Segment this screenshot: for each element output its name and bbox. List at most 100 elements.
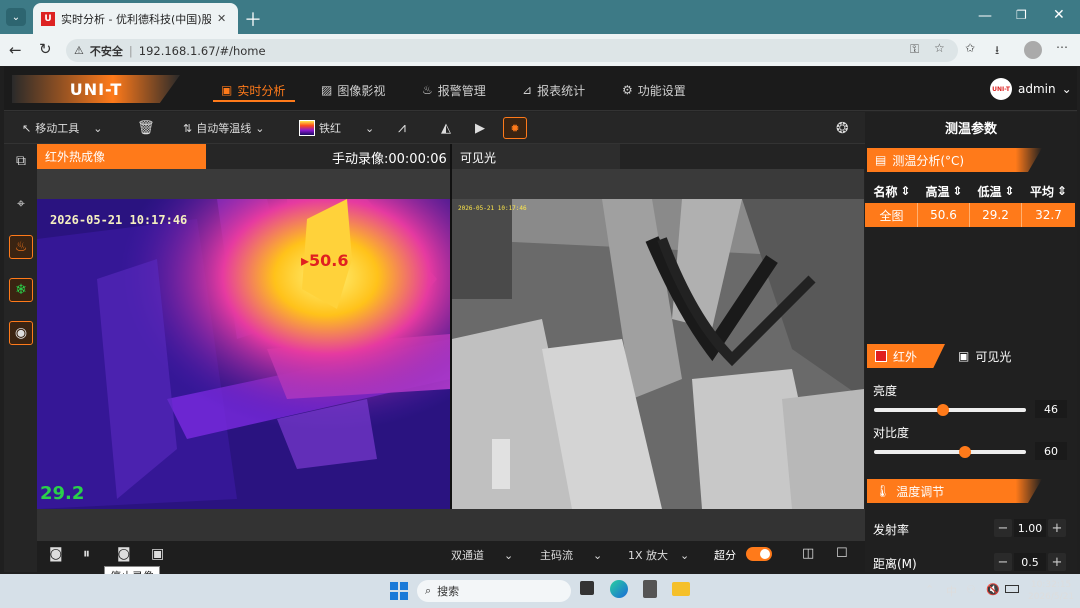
nav-report-statistics[interactable]: ⊿ 报表统计 [522, 80, 585, 100]
clock[interactable]: 10:32:15 2026/5/21 [1028, 579, 1074, 603]
trend-chart-icon: ⩘ [398, 120, 406, 136]
col-label: 高温 [925, 184, 950, 199]
crosshair-button[interactable]: ⌖ [9, 192, 33, 216]
minimize-button[interactable]: — [978, 8, 992, 24]
nav-function-settings[interactable]: ⚙ 功能设置 [622, 80, 686, 100]
auto-isotherm-dropdown[interactable]: ⇅ 自动等温线 ⌄ [183, 117, 264, 139]
browser-tab[interactable]: U 实时分析 - 优利德科技(中国)股份有限公司 ✕ [33, 3, 238, 34]
image-icon: ▣ [221, 83, 233, 97]
download-icon[interactable]: ⭳ [995, 41, 999, 62]
layout-button[interactable]: ⧉ [9, 149, 33, 173]
trend-button[interactable]: ⩘ [398, 117, 406, 139]
brightness-value[interactable]: 46 [1035, 400, 1067, 418]
video-button[interactable]: ▣ [151, 546, 164, 562]
move-tool-dropdown[interactable]: ↖ 移动工具 ⌄ [22, 117, 102, 139]
brightness-slider[interactable] [874, 408, 1026, 412]
palette-dropdown[interactable]: 铁红 ⌄ [299, 117, 374, 139]
restore-button[interactable]: ❐ [1016, 8, 1027, 22]
task-view-icon[interactable] [580, 581, 594, 595]
low-temp-button[interactable]: ❄ [9, 278, 33, 302]
close-window-button[interactable]: ✕ [1053, 7, 1065, 23]
key-icon[interactable]: ⚿ [910, 42, 919, 57]
delete-button[interactable]: 🗑 [137, 117, 155, 139]
start-button[interactable] [390, 582, 408, 600]
url-text: 192.168.1.67/#/home [138, 43, 266, 58]
more-icon[interactable]: ⋯ [1056, 40, 1068, 54]
ir-video[interactable]: 2026-05-21 10:17:46 ▸50.6 29.2 [37, 199, 450, 509]
taskbar-search[interactable]: ⌕ 搜索 [417, 580, 571, 602]
split-view-button[interactable]: ◫ [802, 546, 814, 561]
reload-icon[interactable]: ↻ [39, 40, 52, 58]
calculator-icon[interactable] [643, 580, 657, 598]
shutter-button[interactable]: ❂ [836, 117, 849, 139]
crosshair-icon: ⌖ [17, 196, 25, 212]
play-button[interactable]: ▶ [475, 117, 485, 139]
stream-label: 主码流 [540, 549, 573, 562]
new-tab-button[interactable]: ＋ [244, 6, 262, 32]
nav-image-video[interactable]: ▨ 图像影视 [321, 80, 385, 100]
snapshot-button[interactable]: ◙ [49, 546, 63, 562]
capture-button[interactable]: ◙ [117, 546, 131, 562]
layers-icon: ⧉ [16, 153, 26, 169]
calibration-button[interactable]: ✹ [503, 117, 527, 139]
super-toggle[interactable] [746, 547, 772, 561]
max-temp-marker: ▸50.6 [301, 251, 349, 270]
col-high[interactable]: 高温 ⇕ [918, 180, 970, 202]
chevron-down-icon: ⌄ [593, 548, 603, 562]
sort-icon: ⇕ [952, 184, 963, 198]
network-icon[interactable]: ⚇ [966, 583, 976, 596]
nav-realtime-analysis[interactable]: ▣ 实时分析 [221, 80, 285, 100]
visible-video[interactable]: 2026-05-21 10:17:46 [452, 199, 864, 509]
tab-visible[interactable]: ▣ 可见光 [950, 344, 1040, 368]
flip-button[interactable]: ◭ [441, 117, 451, 139]
channel-dropdown[interactable]: 双通道 ⌄ [451, 547, 513, 563]
tab-title: 实时分析 - 优利德科技(中国)股份有限公司 [61, 12, 211, 26]
distance-decrement[interactable]: − [994, 553, 1012, 571]
palette-label: 铁红 [319, 122, 341, 135]
col-low[interactable]: 低温 ⇕ [970, 180, 1022, 202]
contrast-slider[interactable] [874, 450, 1026, 454]
user-menu[interactable]: UNI-T admin ⌄ [990, 78, 1072, 100]
col-name[interactable]: 名称 ⇕ [866, 180, 918, 202]
nav-alarm-management[interactable]: ♨ 报警管理 [422, 80, 486, 100]
stream-dropdown[interactable]: 主码流 ⌄ [540, 547, 602, 563]
search-placeholder: 搜索 [437, 585, 460, 598]
contrast-knob[interactable] [959, 446, 971, 458]
sort-icon: ⇕ [1004, 184, 1015, 198]
emissivity-decrement[interactable]: − [994, 519, 1012, 537]
emissivity-increment[interactable]: + [1048, 519, 1066, 537]
back-icon[interactable]: ← [9, 41, 22, 59]
pause-circle-icon: ⏸ [83, 546, 90, 562]
tab-list-button[interactable]: ⌄ [6, 8, 26, 26]
profile-avatar[interactable] [1024, 41, 1042, 59]
distance-value[interactable]: 0.5 [1014, 553, 1046, 571]
col-avg[interactable]: 平均 ⇕ [1022, 180, 1075, 202]
close-icon[interactable]: ✕ [217, 12, 226, 25]
folder-icon[interactable] [672, 582, 690, 596]
emissivity-value[interactable]: 1.00 [1014, 519, 1046, 537]
battery-icon[interactable] [1005, 585, 1019, 593]
table-cell: 29.2 [970, 203, 1022, 227]
temp-section-header: 🌡 温度调节 [867, 479, 1042, 503]
favorites-icon[interactable]: ✩ [965, 41, 975, 55]
contrast-value[interactable]: 60 [1035, 442, 1067, 460]
windows-icon-part [400, 592, 408, 600]
edge-icon[interactable] [610, 580, 628, 598]
visibility-button[interactable]: ◉ [9, 321, 33, 345]
high-temp-button[interactable]: ♨ [9, 235, 33, 259]
star-icon[interactable]: ☆ [934, 41, 945, 55]
brightness-knob[interactable] [937, 404, 949, 416]
zoom-dropdown[interactable]: 1X 放大 ⌄ [628, 547, 689, 563]
infrared-icon [875, 350, 887, 362]
distance-increment[interactable]: + [1048, 553, 1066, 571]
nav-label: 报表统计 [537, 83, 586, 98]
chart-icon: ⊿ [522, 83, 533, 97]
tab-infrared[interactable]: 红外 [867, 344, 945, 368]
url-field[interactable]: ⚠ 不安全 | 192.168.1.67/#/home [66, 39, 958, 62]
fullscreen-button[interactable]: ☐ [836, 546, 848, 561]
stop-recording-button[interactable]: ⏸ [83, 546, 90, 562]
gear-icon: ⚙ [622, 83, 633, 97]
chevron-up-icon[interactable]: ⌃ [925, 583, 934, 596]
volume-icon[interactable]: 🔇 [986, 583, 1000, 596]
ime-label[interactable]: 中 [946, 583, 957, 599]
